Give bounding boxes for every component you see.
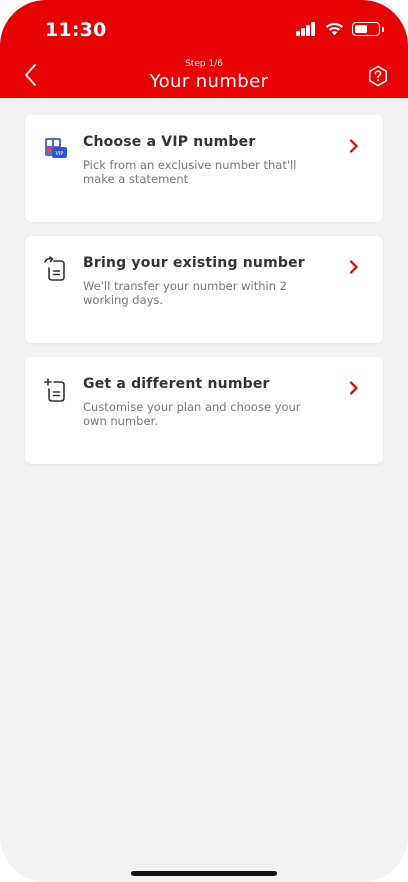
status-time: 11:30: [45, 19, 107, 41]
chevron-right-icon: [349, 260, 358, 274]
option-description: We'll transfer your number within 2 work…: [83, 279, 287, 307]
option-title: Get a different number: [83, 376, 270, 392]
battery-icon: [352, 22, 384, 36]
option-title: Choose a VIP number: [83, 134, 256, 150]
sim-new-icon: [44, 378, 65, 402]
wifi-icon: [326, 22, 343, 36]
svg-text:VIP: VIP: [56, 151, 64, 157]
option-title: Bring your existing number: [83, 255, 305, 271]
phone-screen: 11:30 Step 1/6 Your number VIP Choose a …: [0, 0, 408, 882]
app-header: 11:30 Step 1/6 Your number: [0, 0, 408, 98]
option-description: Customise your plan and choose your own …: [83, 400, 301, 428]
option-card-vip-number[interactable]: VIP Choose a VIP number Pick from an exc…: [25, 115, 383, 222]
home-indicator[interactable]: [131, 871, 277, 876]
page-title: Your number: [149, 71, 269, 92]
status-icons: [296, 22, 384, 36]
options-list: VIP Choose a VIP number Pick from an exc…: [25, 115, 383, 478]
option-card-existing-number[interactable]: Bring your existing number We'll transfe…: [25, 236, 383, 343]
option-description: Pick from an exclusive number that'll ma…: [83, 158, 297, 186]
option-card-different-number[interactable]: Get a different number Customise your pl…: [25, 357, 383, 464]
step-indicator: Step 1/6: [185, 59, 223, 69]
sim-transfer-icon: [44, 256, 65, 281]
vip-number-icon: VIP: [45, 138, 67, 158]
chevron-right-icon: [349, 381, 358, 395]
chevron-right-icon: [349, 139, 358, 153]
signal-icon: [296, 22, 317, 36]
help-icon[interactable]: [367, 65, 389, 87]
